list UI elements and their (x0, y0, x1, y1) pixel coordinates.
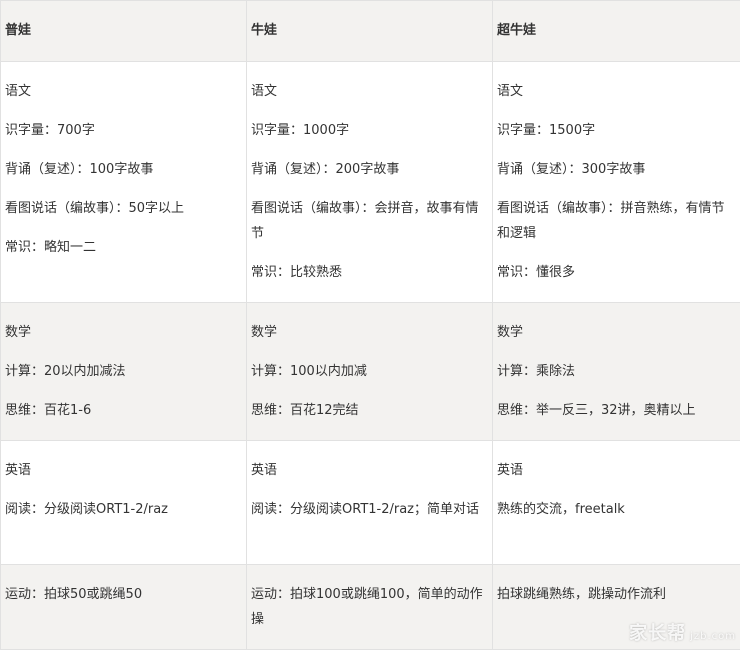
cell-line: 阅读：分级阅读ORT1-2/raz (5, 497, 242, 522)
cell-line: 常识：略知一二 (5, 235, 242, 260)
cell-line: 运动：拍球50或跳绳50 (5, 582, 242, 607)
cell-line: 看图说话（编故事）：拼音熟练，有情节和逻辑 (497, 196, 736, 246)
table-row: 数学 计算：20以内加减法 思维：百花1-6 数学 计算：100以内加减 思维：… (1, 303, 740, 441)
cell-line: 识字量：1000字 (251, 118, 488, 143)
watermark-brand: 家长帮 (629, 623, 686, 644)
table-cell: 语文 识字量：1500字 背诵（复述）：300字故事 看图说话（编故事）：拼音熟… (493, 62, 740, 303)
table-row: 语文 识字量：700字 背诵（复述）：100字故事 看图说话（编故事）：50字以… (1, 62, 740, 303)
cell-line: 背诵（复述）：200字故事 (251, 157, 488, 182)
table-cell: 数学 计算：乘除法 思维：举一反三，32讲，奥精以上 (493, 303, 740, 441)
table-cell: 英语 熟练的交流，freetalk (493, 441, 740, 565)
cell-line: 数学 (497, 320, 736, 345)
cell-line: 背诵（复述）：100字故事 (5, 157, 242, 182)
cell-line: 计算：100以内加减 (251, 359, 488, 384)
table-cell: 数学 计算：20以内加减法 思维：百花1-6 (1, 303, 247, 441)
header-cell: 超牛娃 (493, 1, 740, 62)
cell-line: 看图说话（编故事）：会拼音，故事有情节 (251, 196, 488, 246)
table-row: 英语 阅读：分级阅读ORT1-2/raz 英语 阅读：分级阅读ORT1-2/ra… (1, 441, 740, 565)
cell-line: 语文 (497, 79, 736, 104)
table-cell: 英语 阅读：分级阅读ORT1-2/raz (1, 441, 247, 565)
cell-line: 运动：拍球100或跳绳100，简单的动作操 (251, 582, 488, 632)
comparison-table: 普娃 牛娃 超牛娃 语文 识字量：700字 背诵（复述）：100字故事 看图说话… (0, 0, 740, 650)
cell-line: 数学 (251, 320, 488, 345)
table-cell: 英语 阅读：分级阅读ORT1-2/raz；简单对话 (247, 441, 493, 565)
cell-line: 识字量：700字 (5, 118, 242, 143)
cell-line: 思维：百花1-6 (5, 398, 242, 423)
cell-line: 计算：乘除法 (497, 359, 736, 384)
table-cell: 语文 识字量：1000字 背诵（复述）：200字故事 看图说话（编故事）：会拼音… (247, 62, 493, 303)
cell-line: 思维：百花12完结 (251, 398, 488, 423)
table-cell: 运动：拍球100或跳绳100，简单的动作操 (247, 565, 493, 650)
cell-line: 语文 (251, 79, 488, 104)
table-header-row: 普娃 牛娃 超牛娃 (1, 1, 740, 62)
cell-line: 拍球跳绳熟练，跳操动作流利 (497, 582, 736, 607)
watermark-logo: 家长帮 jzb.com (629, 619, 736, 645)
cell-line: 阅读：分级阅读ORT1-2/raz；简单对话 (251, 497, 488, 522)
cell-line: 英语 (251, 458, 488, 483)
header-cell: 牛娃 (247, 1, 493, 62)
cell-line: 英语 (497, 458, 736, 483)
cell-line: 背诵（复述）：300字故事 (497, 157, 736, 182)
cell-line: 计算：20以内加减法 (5, 359, 242, 384)
cell-line: 识字量：1500字 (497, 118, 736, 143)
cell-line: 英语 (5, 458, 242, 483)
cell-line: 思维：举一反三，32讲，奥精以上 (497, 398, 736, 423)
table-cell: 语文 识字量：700字 背诵（复述）：100字故事 看图说话（编故事）：50字以… (1, 62, 247, 303)
table-cell: 数学 计算：100以内加减 思维：百花12完结 (247, 303, 493, 441)
cell-line: 熟练的交流，freetalk (497, 497, 736, 522)
watermark-site: jzb.com (690, 631, 736, 642)
cell-line: 数学 (5, 320, 242, 345)
cell-line: 语文 (5, 79, 242, 104)
cell-line: 看图说话（编故事）：50字以上 (5, 196, 242, 221)
cell-line: 常识：懂很多 (497, 260, 736, 285)
cell-line: 常识：比较熟悉 (251, 260, 488, 285)
header-cell: 普娃 (1, 1, 247, 62)
table-cell: 运动：拍球50或跳绳50 (1, 565, 247, 650)
